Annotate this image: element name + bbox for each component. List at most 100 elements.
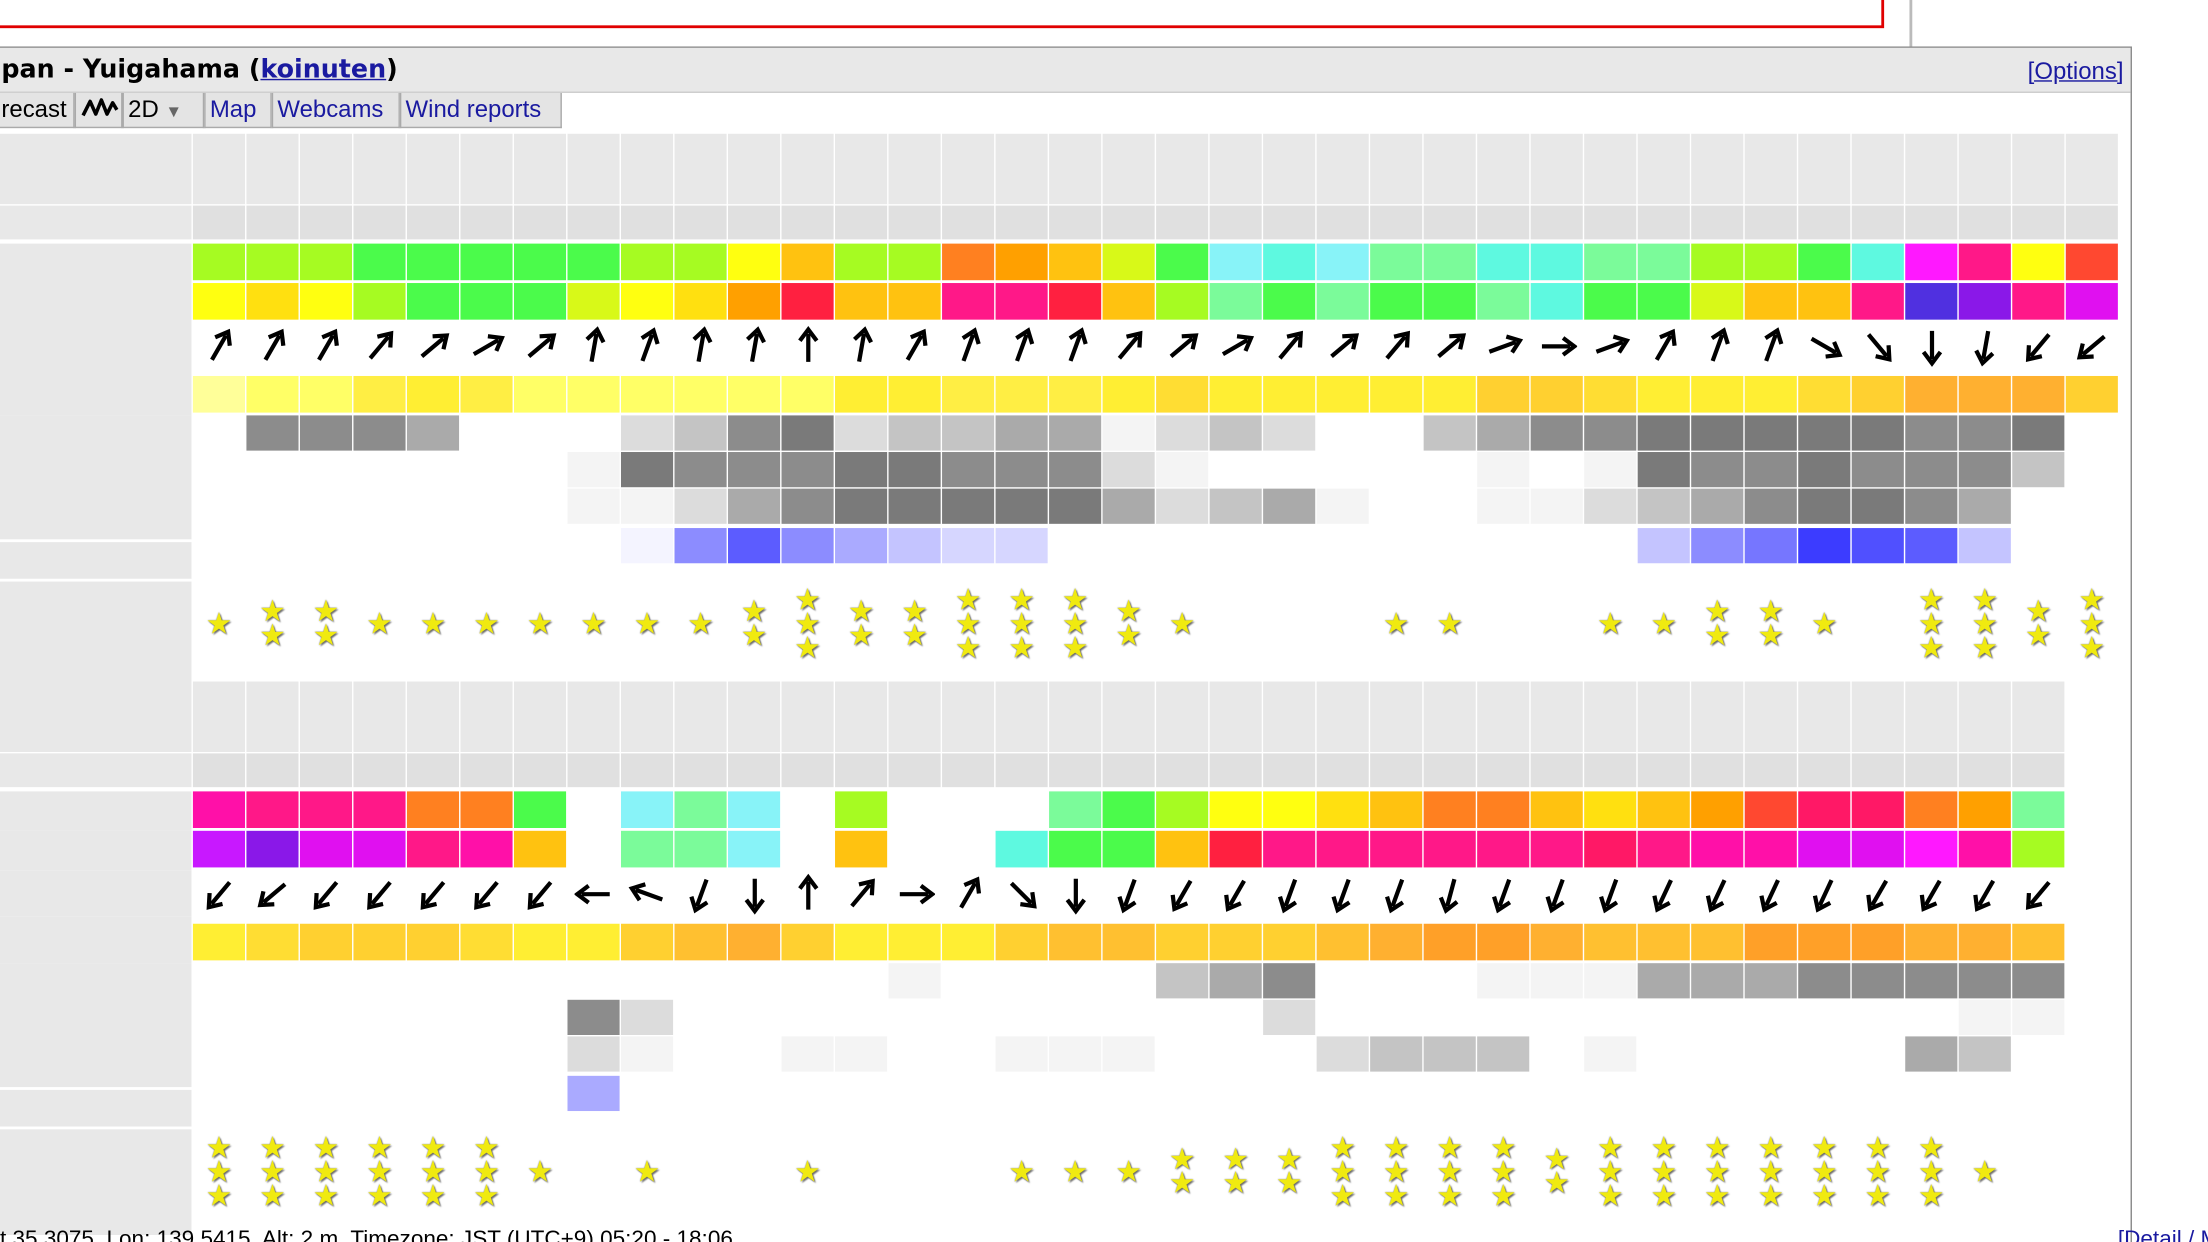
wind-arrow-icon <box>797 325 818 362</box>
cloud-low-value <box>1530 488 1583 524</box>
divider <box>1909 0 1913 48</box>
wind-direction-cell <box>567 322 619 368</box>
wind-direction-cell <box>782 322 834 368</box>
temperature-value <box>1316 375 1369 413</box>
star-icon: ★ <box>1650 1179 1677 1212</box>
label-background <box>0 791 192 831</box>
temperature-value <box>567 923 620 961</box>
tab-graph[interactable] <box>74 92 123 129</box>
wind-arrow-icon <box>1168 332 1198 358</box>
wind-arrow-icon <box>1014 326 1034 361</box>
precip-value <box>621 1076 673 1111</box>
wind-direction-cell <box>2066 322 2118 368</box>
cloud-high-value <box>299 415 353 451</box>
cloud-high-value <box>1263 963 1316 999</box>
wind-speed-value <box>1851 791 1904 828</box>
temperature-value <box>1851 923 1904 961</box>
wind-gust-value <box>1584 830 1637 868</box>
rating-cell: ★ <box>567 567 619 680</box>
temperature-value <box>942 923 995 961</box>
wind-gust-value <box>1263 283 1316 320</box>
cloud-low-value <box>407 489 459 524</box>
forecast-day-header <box>995 133 1048 205</box>
wind-speed-value <box>1102 791 1155 828</box>
precip-value <box>1745 1076 1797 1111</box>
wind-gust-value <box>1798 830 1851 868</box>
cloud-low-value <box>1798 488 1851 524</box>
spot-owner-link[interactable]: koinuten <box>260 55 386 85</box>
forecast-day-header <box>513 681 567 752</box>
precip-value <box>246 528 298 563</box>
forecast-hour <box>246 753 299 788</box>
wind-gust-value <box>1905 283 1958 320</box>
forecast-day-header <box>1049 133 1102 205</box>
forecast-hour <box>353 753 406 788</box>
forecast-day-header <box>513 133 567 205</box>
forecast-day-header <box>888 681 941 752</box>
cloud-low-value <box>1210 1036 1262 1071</box>
temperature-value <box>1691 923 1744 961</box>
temperature-value <box>620 923 674 961</box>
rating-cell <box>2012 1115 2064 1228</box>
cloud-low-value <box>889 1036 941 1071</box>
wind-speed-value <box>406 243 460 281</box>
wind-arrow-icon <box>1544 878 1565 913</box>
wind-direction-cell <box>1531 870 1583 916</box>
wind-gust-value <box>192 283 246 320</box>
tab-2d[interactable]: 2D ▼ <box>122 92 205 129</box>
precip-value <box>300 528 352 563</box>
cloud-high-value <box>460 415 512 450</box>
wind-speed-value <box>567 791 620 828</box>
wind-speed-value <box>620 791 674 828</box>
cloud-high-value <box>1370 963 1422 998</box>
cloud-high-value <box>1691 963 1744 999</box>
cloud-low-value <box>1691 488 1744 524</box>
rating-cell <box>1531 567 1583 680</box>
cloud-mid-value <box>1691 452 1744 488</box>
wind-arrow-icon <box>1223 879 1246 912</box>
wind-direction-cell <box>514 322 566 368</box>
cloud-high-value <box>675 963 727 998</box>
cloud-mid-value <box>781 452 834 488</box>
cloud-low-value <box>246 1036 298 1071</box>
wind-arrow-icon <box>1277 330 1303 359</box>
cloud-mid-value <box>835 452 888 488</box>
label-background <box>0 1129 192 1235</box>
tab-wind-reports[interactable]: Wind reports <box>399 92 562 129</box>
cloud-low-value <box>1584 1036 1637 1072</box>
forecast-hour <box>1584 205 1637 240</box>
cloud-high-value <box>1530 963 1583 999</box>
footer-links[interactable]: [Detail / Map] [Tides] [Link] <box>2118 1228 2208 1242</box>
star-icon: ★ <box>1329 1179 1356 1212</box>
precip-value <box>1263 1076 1315 1111</box>
star-icon: ★ <box>1971 1155 1999 1188</box>
cloud-low-value <box>781 1036 834 1072</box>
precip-value <box>996 1076 1048 1111</box>
wind-direction-cell <box>2012 322 2064 368</box>
precip-value <box>1103 1076 1155 1111</box>
cloud-high-value <box>1263 415 1316 451</box>
cloud-high-value <box>942 963 994 998</box>
options-link[interactable]: [Options] <box>2028 58 2124 86</box>
tab-map[interactable]: Map <box>204 92 272 129</box>
wind-direction-cell <box>1103 870 1155 916</box>
star-icon: ★ <box>1811 1179 1838 1212</box>
forecast-day-header <box>1637 681 1690 752</box>
wind-arrow-icon <box>472 333 505 356</box>
rating-cell: ★ <box>407 567 459 680</box>
cloud-low-value <box>1958 1036 2011 1072</box>
star-icon: ★ <box>473 607 500 641</box>
cloud-mid-value <box>1210 1000 1262 1035</box>
cloud-low-value <box>728 1036 780 1071</box>
rating-cell: ★ ★ ★ <box>1905 567 1957 680</box>
tab-forecast[interactable]: recast <box>0 92 75 129</box>
wind-gust-value <box>1637 830 1690 868</box>
tab-webcams[interactable]: Webcams <box>271 92 400 129</box>
forecast-day-header <box>620 133 674 205</box>
temperature-value <box>1209 375 1262 413</box>
forecast-hour <box>1584 753 1637 788</box>
temperature-value <box>513 923 567 961</box>
temperature-value <box>1209 923 1262 961</box>
rating-cell: ★ <box>996 1115 1048 1228</box>
wind-gust-value <box>1102 830 1155 868</box>
